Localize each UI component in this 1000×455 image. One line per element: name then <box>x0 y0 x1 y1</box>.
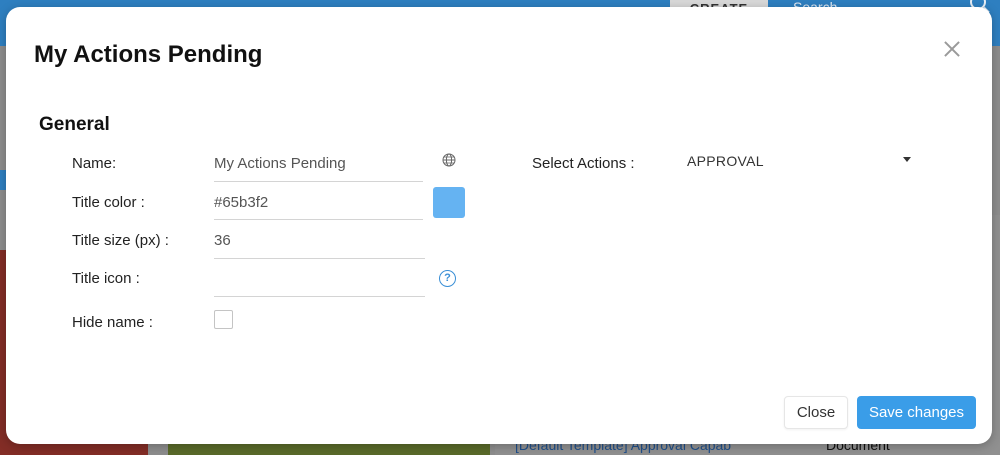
name-label: Name: <box>72 155 117 172</box>
title-color-label: Title color : <box>72 194 145 211</box>
title-color-input[interactable]: #65b3f2 <box>214 194 268 211</box>
name-input-underline <box>214 181 423 182</box>
dashlet-settings-modal: My Actions Pending General Name: My Acti… <box>6 7 992 444</box>
title-icon-label: Title icon : <box>72 270 140 287</box>
modal-title: My Actions Pending <box>34 41 263 68</box>
title-size-label: Title size (px) : <box>72 232 169 249</box>
title-size-input[interactable]: 36 <box>214 232 231 249</box>
save-changes-button[interactable]: Save changes <box>857 396 976 429</box>
color-swatch[interactable] <box>433 187 465 218</box>
name-input[interactable]: My Actions Pending <box>214 155 346 172</box>
title-icon-underline <box>214 296 425 297</box>
hide-name-label: Hide name : <box>72 314 153 331</box>
close-button[interactable]: Close <box>784 396 848 429</box>
select-actions-label: Select Actions : <box>532 155 635 172</box>
title-color-underline <box>214 219 423 220</box>
close-icon[interactable] <box>940 37 964 61</box>
hide-name-checkbox[interactable] <box>214 310 233 329</box>
title-icon-input[interactable] <box>214 270 425 290</box>
select-actions-value: APPROVAL <box>687 153 764 169</box>
help-icon[interactable]: ? <box>439 270 456 287</box>
section-title-general: General <box>39 114 110 135</box>
title-size-underline <box>214 258 425 259</box>
globe-icon[interactable] <box>442 153 456 167</box>
chevron-down-icon[interactable] <box>903 157 911 162</box>
